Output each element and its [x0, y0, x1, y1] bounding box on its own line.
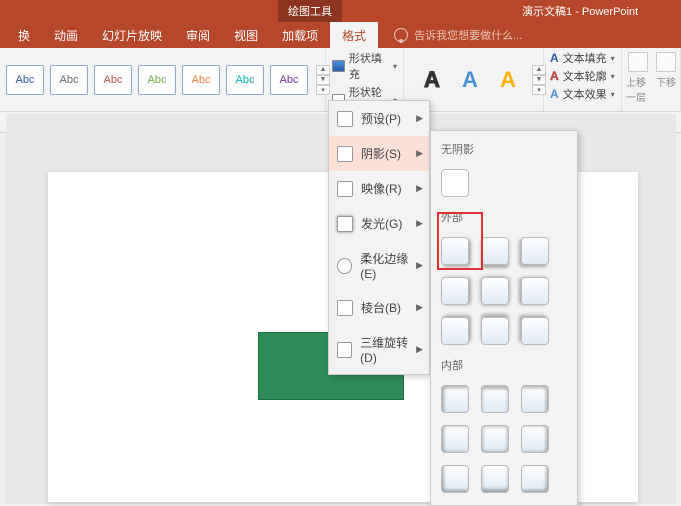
fx-shadow[interactable]: 阴影(S)▶	[329, 136, 429, 171]
shadow-gallery: 无阴影 外部 内部 透视	[430, 130, 578, 506]
shadow-outer-5[interactable]	[481, 277, 509, 305]
fx-soft-edges[interactable]: 柔化边缘(E)▶	[329, 241, 429, 290]
fx-bevel[interactable]: 棱台(B)▶	[329, 290, 429, 325]
shadow-outer-2[interactable]	[481, 237, 509, 265]
shape-fill-button[interactable]: 形状填充▾	[332, 50, 397, 82]
bevel-icon	[337, 300, 353, 316]
wordart-item[interactable]: A	[492, 65, 524, 95]
fx-3d-rotation[interactable]: 三维旋转(D)▶	[329, 325, 429, 374]
shadow-outer-6[interactable]	[521, 277, 549, 305]
rotation-icon	[337, 342, 352, 358]
chevron-right-icon: ▶	[416, 113, 423, 124]
bring-forward-button[interactable]: 上移一层	[626, 52, 650, 104]
tab-slideshow[interactable]: 幻灯片放映	[90, 22, 174, 49]
shadow-none-header: 无阴影	[431, 135, 577, 163]
caret-icon: ▾	[393, 62, 397, 71]
ribbon-tabs: 换 动画 幻灯片放映 审阅 视图 加载项 格式 告诉我您想要做什么...	[0, 22, 681, 48]
chevron-right-icon: ▶	[416, 148, 423, 159]
fx-preset[interactable]: 预设(P)▶	[329, 101, 429, 136]
reflection-icon	[337, 181, 353, 197]
text-fill-button[interactable]: A文本填充▾	[550, 50, 615, 66]
shadow-outer-9[interactable]	[521, 317, 549, 345]
caret-icon: ▾	[611, 72, 615, 81]
glow-icon	[337, 216, 353, 232]
shadow-inner-7[interactable]	[441, 465, 469, 493]
title-bar: 绘图工具 演示文稿1 - PowerPoint	[0, 0, 681, 22]
shadow-outer-7[interactable]	[441, 317, 469, 345]
bucket-icon	[332, 60, 345, 72]
caret-icon: ▾	[611, 54, 615, 63]
tab-view[interactable]: 视图	[222, 22, 270, 49]
style-item[interactable]: Abc	[226, 65, 264, 95]
arrange-group: 上移一层 下移	[622, 48, 680, 108]
preset-icon	[337, 111, 353, 127]
tab-addins[interactable]: 加载项	[270, 22, 330, 49]
tab-animations[interactable]: 动画	[42, 22, 90, 49]
tab-format[interactable]: 格式	[330, 22, 378, 49]
tell-me-search[interactable]: 告诉我您想要做什么...	[382, 22, 534, 48]
shadow-icon	[337, 146, 353, 162]
style-item[interactable]: Abc	[50, 65, 88, 95]
shadow-inner-5[interactable]	[481, 425, 509, 453]
forward-icon	[628, 52, 648, 72]
wordart-gallery[interactable]: A A A ▲ ▼ ▾	[410, 65, 552, 95]
shadow-outer-header: 外部	[431, 203, 577, 231]
style-item[interactable]: Abc	[138, 65, 176, 95]
shape-styles-gallery[interactable]: Abc Abc Abc Abc Abc Abc Abc ▲ ▼ ▾	[6, 65, 330, 95]
text-effects-button[interactable]: A文本效果▾	[550, 86, 615, 102]
chevron-right-icon: ▶	[416, 183, 423, 194]
shadow-inner-header: 内部	[431, 351, 577, 379]
text-effects-icon: A	[550, 87, 559, 101]
shadow-inner-2[interactable]	[481, 385, 509, 413]
soft-edges-icon	[337, 258, 352, 274]
drawing-tools-tab: 绘图工具	[278, 0, 342, 22]
tab-transitions[interactable]: 换	[6, 22, 42, 49]
shadow-outer-8[interactable]	[481, 317, 509, 345]
style-item[interactable]: Abc	[270, 65, 308, 95]
lightbulb-icon	[394, 28, 408, 42]
caret-icon: ▾	[611, 90, 615, 99]
chevron-right-icon: ▶	[416, 302, 423, 313]
text-outline-icon: A	[550, 69, 559, 83]
shadow-outer-4[interactable]	[441, 277, 469, 305]
shadow-outer-1[interactable]	[441, 237, 469, 265]
document-title: 演示文稿1 - PowerPoint	[522, 3, 638, 19]
shadow-none[interactable]	[441, 169, 469, 197]
shape-effects-menu: 预设(P)▶ 阴影(S)▶ 映像(R)▶ 发光(G)▶ 柔化边缘(E)▶ 棱台(…	[328, 100, 430, 375]
style-item[interactable]: Abc	[6, 65, 44, 95]
text-outline-button[interactable]: A文本轮廓▾	[550, 68, 615, 84]
fx-reflection[interactable]: 映像(R)▶	[329, 171, 429, 206]
wordart-item[interactable]: A	[416, 65, 448, 95]
backward-icon	[656, 52, 676, 72]
chevron-right-icon: ▶	[416, 260, 423, 271]
shadow-outer-3[interactable]	[521, 237, 549, 265]
chevron-right-icon: ▶	[416, 344, 423, 355]
shadow-perspective-header: 透视	[431, 499, 577, 506]
shadow-inner-8[interactable]	[481, 465, 509, 493]
send-backward-button[interactable]: 下移	[656, 52, 676, 89]
tab-review[interactable]: 审阅	[174, 22, 222, 49]
text-fill-icon: A	[550, 51, 559, 65]
shadow-inner-1[interactable]	[441, 385, 469, 413]
tell-me-placeholder: 告诉我您想要做什么...	[414, 27, 522, 43]
chevron-right-icon: ▶	[416, 218, 423, 229]
shadow-inner-9[interactable]	[521, 465, 549, 493]
style-item[interactable]: Abc	[182, 65, 220, 95]
style-item[interactable]: Abc	[94, 65, 132, 95]
wordart-item[interactable]: A	[454, 65, 486, 95]
shadow-inner-4[interactable]	[441, 425, 469, 453]
shadow-inner-6[interactable]	[521, 425, 549, 453]
shadow-inner-3[interactable]	[521, 385, 549, 413]
fx-glow[interactable]: 发光(G)▶	[329, 206, 429, 241]
